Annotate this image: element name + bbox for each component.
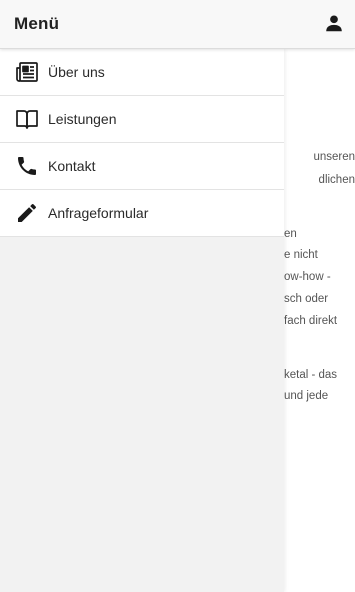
menu-item-anfrageformular[interactable]: Anfrageformular xyxy=(0,190,284,237)
top-header: Menü xyxy=(0,0,355,49)
background-text-line: e nicht xyxy=(284,249,318,261)
background-text-line: und jede xyxy=(284,390,329,402)
pencil-icon xyxy=(15,201,39,225)
menu-item-ueber-uns[interactable]: Über uns xyxy=(0,49,284,96)
menu-item-label: Leistungen xyxy=(48,111,117,127)
background-text-line: sch oder xyxy=(284,293,329,305)
menu-item-kontakt[interactable]: Kontakt xyxy=(0,143,284,190)
book-icon xyxy=(15,107,39,131)
drawer-menu: Über uns Leistungen Kontakt Anfrageformu… xyxy=(0,49,284,237)
background-text-line: en xyxy=(284,228,297,240)
background-text-line: ketal - das xyxy=(284,369,338,381)
person-icon[interactable] xyxy=(323,12,345,34)
menu-item-leistungen[interactable]: Leistungen xyxy=(0,96,284,143)
newspaper-icon xyxy=(15,60,39,84)
background-text-line: ow-how - xyxy=(284,271,331,283)
side-drawer: Über uns Leistungen Kontakt Anfrageformu… xyxy=(0,49,284,592)
menu-item-label: Kontakt xyxy=(48,158,96,174)
menu-item-label: Anfrageformular xyxy=(48,205,149,221)
page-title: Menü xyxy=(14,14,60,33)
menu-item-label: Über uns xyxy=(48,64,105,80)
background-text-line: fach direkt xyxy=(284,315,338,327)
phone-icon xyxy=(15,154,39,178)
